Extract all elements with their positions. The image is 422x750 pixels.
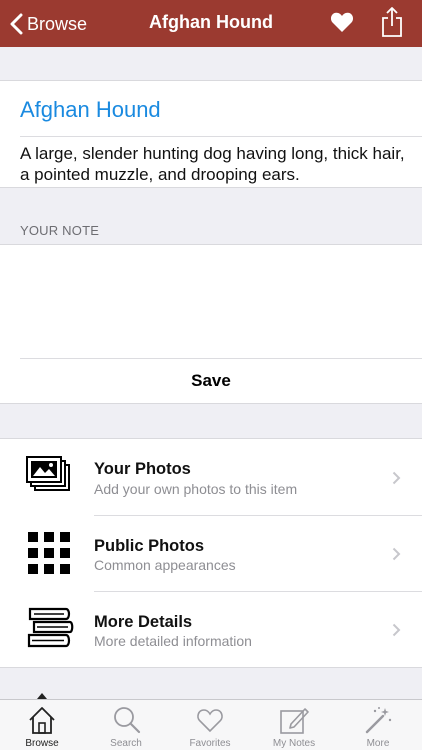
chevron-right-icon bbox=[392, 471, 401, 485]
tab-my-notes[interactable]: My Notes bbox=[252, 700, 336, 750]
home-icon bbox=[29, 707, 55, 734]
back-button[interactable]: Browse bbox=[10, 9, 87, 39]
more-details-row[interactable]: More Details More detailed information bbox=[0, 592, 422, 668]
magic-wand-icon bbox=[365, 707, 392, 734]
your-photos-row[interactable]: Your Photos Add your own photos to this … bbox=[0, 440, 422, 516]
tab-label: My Notes bbox=[272, 738, 316, 749]
chevron-right-icon bbox=[392, 547, 401, 561]
note-edit-icon bbox=[280, 708, 309, 734]
grid-icon bbox=[28, 532, 70, 574]
divider bbox=[20, 136, 422, 137]
row-subtitle: Add your own photos to this item bbox=[94, 481, 298, 497]
tab-more[interactable]: More bbox=[336, 700, 420, 750]
navigation-bar: Browse Afghan Hound bbox=[0, 0, 422, 47]
row-title: More Details bbox=[94, 613, 193, 631]
chevron-left-icon bbox=[10, 13, 23, 35]
tab-favorites[interactable]: Favorites bbox=[168, 700, 252, 750]
tab-label: More bbox=[366, 738, 390, 749]
save-button[interactable]: Save bbox=[0, 359, 422, 402]
back-button-label: Browse bbox=[27, 13, 88, 34]
heart-icon[interactable] bbox=[330, 11, 354, 33]
row-title: Public Photos bbox=[94, 537, 205, 555]
entry-definition: A large, slender hunting dog having long… bbox=[20, 144, 405, 184]
books-icon bbox=[27, 607, 74, 648]
note-section-header: YOUR NOTE bbox=[20, 223, 100, 238]
row-subtitle: More detailed information bbox=[94, 633, 252, 649]
magnifier-icon bbox=[114, 707, 141, 734]
row-subtitle: Common appearances bbox=[94, 557, 236, 573]
tab-browse[interactable]: Browse bbox=[0, 700, 84, 750]
heart-outline-icon bbox=[197, 709, 223, 733]
tab-label: Search bbox=[110, 738, 142, 749]
entry-word: Afghan Hound bbox=[20, 97, 161, 122]
photos-icon bbox=[26, 456, 70, 491]
tab-search[interactable]: Search bbox=[84, 700, 168, 750]
share-icon[interactable] bbox=[381, 6, 403, 38]
tab-label: Favorites bbox=[189, 738, 231, 749]
tab-label: Browse bbox=[25, 738, 59, 749]
row-title: Your Photos bbox=[94, 460, 191, 478]
tab-bar: Browse Search Favorites My Notes More bbox=[0, 699, 422, 750]
note-textarea[interactable] bbox=[0, 245, 422, 358]
public-photos-row[interactable]: Public Photos Common appearances bbox=[0, 516, 422, 592]
chevron-right-icon bbox=[392, 623, 401, 637]
